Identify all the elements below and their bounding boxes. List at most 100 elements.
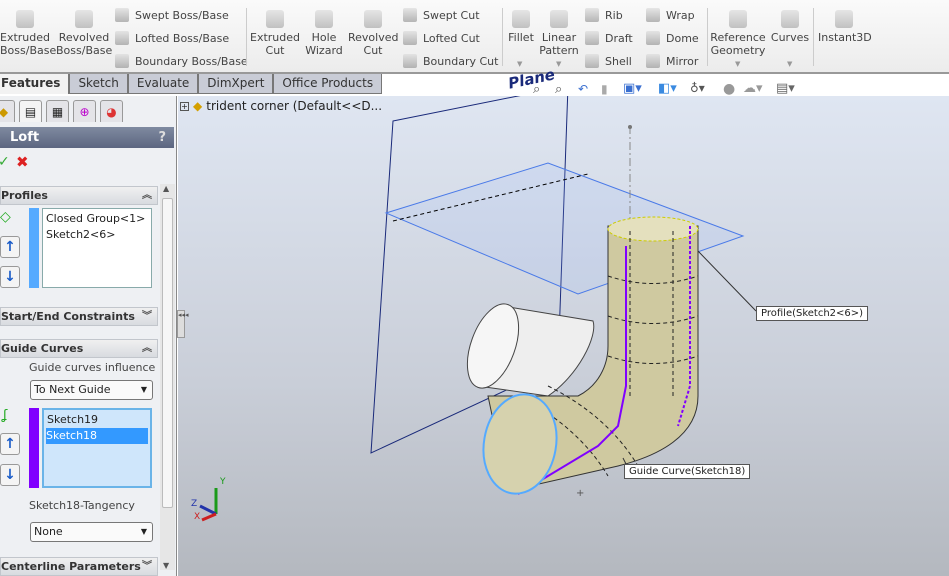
rib-button[interactable]: Rib <box>585 5 623 25</box>
expand-chevron-icon[interactable]: ︾ <box>142 558 152 575</box>
collapse-icon[interactable]: ︽ <box>142 340 152 357</box>
axis-y-label: Y <box>220 477 226 487</box>
separator <box>246 8 247 66</box>
guide-move-down-button[interactable]: ↓ <box>0 464 20 486</box>
curves-button[interactable]: Curves <box>770 10 810 44</box>
cancel-x-icon[interactable]: ✖ <box>16 153 29 171</box>
scene-icon[interactable]: ☁▾ <box>743 81 763 96</box>
list-item[interactable]: Closed Group<1> <box>46 211 148 227</box>
guide-curve-callout[interactable]: Guide Curve(Sketch18) <box>624 464 751 479</box>
fillet-button[interactable]: Fillet <box>505 10 537 44</box>
section-view-icon[interactable]: ▮ <box>601 82 608 96</box>
revolved-cut-button[interactable]: Revolved Cut <box>348 10 398 57</box>
wrap-icon <box>646 8 660 22</box>
point <box>628 125 632 129</box>
tree-root[interactable]: + ◆ trident corner (Default<<D... <box>180 99 382 113</box>
profile-callout[interactable]: Profile(Sketch2<6>) <box>756 306 869 321</box>
mirror-button[interactable]: Mirror <box>646 51 698 71</box>
extrude-icon <box>16 10 34 28</box>
swept-cut-button[interactable]: Swept Cut <box>403 5 480 25</box>
expand-icon[interactable]: + <box>180 101 189 111</box>
extruded-boss-button[interactable]: Extruded Boss/Base <box>0 10 56 57</box>
draft-icon <box>585 31 599 45</box>
shell-button[interactable]: Shell <box>585 51 632 71</box>
dimxpert-manager-tab[interactable]: ⊕ <box>73 100 96 122</box>
display-style-icon[interactable]: ◧▾ <box>658 81 677 96</box>
revolve-cut-icon <box>364 10 382 28</box>
centerline-parameters-header[interactable]: Centerline Parameters ︾ <box>0 557 158 576</box>
help-button[interactable]: ? <box>158 127 166 148</box>
guide-move-up-button[interactable]: ↑ <box>0 433 20 455</box>
guide-curve-icon: ʆ <box>3 408 8 423</box>
scroll-down-icon[interactable]: ▼ <box>163 561 169 570</box>
guide-curves-list[interactable]: Sketch19 Sketch18 <box>42 408 152 488</box>
graphics-area[interactable]: + Plane Profile(Sketch2<6>) Guide Curve(… <box>178 65 949 576</box>
boundary-icon <box>115 54 129 68</box>
shell-icon <box>585 54 599 68</box>
tab-features[interactable]: Features <box>0 74 70 94</box>
profiles-color-bar <box>29 208 39 288</box>
list-item[interactable]: Sketch19 <box>47 412 147 428</box>
boundary-cut-button[interactable]: Boundary Cut <box>403 51 498 71</box>
appearance-icon[interactable]: ● <box>723 81 735 97</box>
lofted-boss-button[interactable]: Lofted Boss/Base <box>115 28 229 48</box>
property-manager-tab[interactable]: ▤ <box>19 100 42 122</box>
zoom-area-icon[interactable]: ⌕ <box>555 82 562 97</box>
draft-button[interactable]: Draft <box>585 28 633 48</box>
view-orientation-icon[interactable]: ▣▾ <box>623 81 642 96</box>
panel-collapse-handle[interactable]: ◂◂◂ <box>177 310 189 338</box>
configuration-manager-tab[interactable]: ▦ <box>46 100 69 122</box>
hole-icon <box>315 10 333 28</box>
dome-button[interactable]: Dome <box>646 28 699 48</box>
collapse-icon[interactable]: ︽ <box>142 187 152 204</box>
list-item[interactable]: Sketch2<6> <box>46 227 148 243</box>
lofted-cut-icon <box>403 31 417 45</box>
boundary-cut-icon <box>403 54 417 68</box>
scroll-thumb[interactable] <box>162 198 173 508</box>
scroll-up-icon[interactable]: ▲ <box>163 184 169 193</box>
revolved-boss-button[interactable]: Revolved Boss/Base <box>56 10 112 57</box>
top-profile <box>607 216 699 242</box>
separator <box>813 8 814 66</box>
fillet-dropdown[interactable]: ▼ <box>517 60 522 68</box>
boundary-boss-button[interactable]: Boundary Boss/Base <box>115 51 248 71</box>
reference-geometry-button[interactable]: Reference Geometry <box>710 10 766 57</box>
pattern-dropdown[interactable]: ▼ <box>556 60 561 68</box>
instant3d-button[interactable]: Instant3D <box>818 10 872 44</box>
start-end-constraints-header[interactable]: Start/End Constraints ︾ <box>0 307 158 326</box>
wrap-button[interactable]: Wrap <box>646 5 695 25</box>
move-down-button[interactable]: ↓ <box>0 266 20 288</box>
pattern-icon <box>550 10 568 28</box>
guide-influence-label: Guide curves influence <box>29 361 156 374</box>
panel-scrollbar[interactable]: ▲ ▼ <box>160 184 175 570</box>
expand-chevron-icon[interactable]: ︾ <box>142 308 152 325</box>
curves-dropdown[interactable]: ▼ <box>787 60 792 68</box>
move-up-button[interactable]: ↑ <box>0 236 20 258</box>
guide-curves-section-header[interactable]: Guide Curves ︽ <box>0 339 158 358</box>
extruded-cut-button[interactable]: Extruded Cut <box>250 10 300 57</box>
swept-cut-icon <box>403 8 417 22</box>
property-manager: ◆ ▤ ▦ ⊕ ◕ Loft? ✓ ✖ Profiles ︽ ◇ ↑ ↓ Clos… <box>0 96 189 576</box>
profiles-section-header[interactable]: Profiles ︽ <box>0 186 158 205</box>
reference-dropdown[interactable]: ▼ <box>735 60 740 68</box>
zoom-to-fit-icon[interactable]: ⌕ <box>533 82 540 97</box>
profiles-list[interactable]: Closed Group<1> Sketch2<6> <box>42 208 152 288</box>
tab-sketch[interactable]: Sketch <box>69 74 128 94</box>
guide-influence-select[interactable]: To Next Guide ▼ <box>30 380 153 400</box>
feature-manager-tab[interactable]: ◆ <box>0 100 15 122</box>
previous-view-icon[interactable]: ↶ <box>578 82 588 96</box>
separator <box>707 8 708 66</box>
view-settings-icon[interactable]: ▤▾ <box>776 81 795 96</box>
hole-wizard-button[interactable]: Hole Wizard <box>302 10 346 57</box>
swept-boss-button[interactable]: Swept Boss/Base <box>115 5 229 25</box>
hide-show-icon[interactable]: ♁▾ <box>690 81 705 95</box>
linear-pattern-button[interactable]: Linear Pattern <box>538 10 580 57</box>
fillet-icon <box>512 10 530 28</box>
extrude-cut-icon <box>266 10 284 28</box>
tangency-select[interactable]: None ▼ <box>30 522 153 542</box>
display-manager-tab[interactable]: ◕ <box>100 100 123 122</box>
list-item-selected[interactable]: Sketch18 <box>46 428 148 444</box>
chevron-down-icon: ▼ <box>140 527 147 536</box>
ok-check-icon[interactable]: ✓ <box>0 154 10 170</box>
lofted-cut-button[interactable]: Lofted Cut <box>403 28 480 48</box>
